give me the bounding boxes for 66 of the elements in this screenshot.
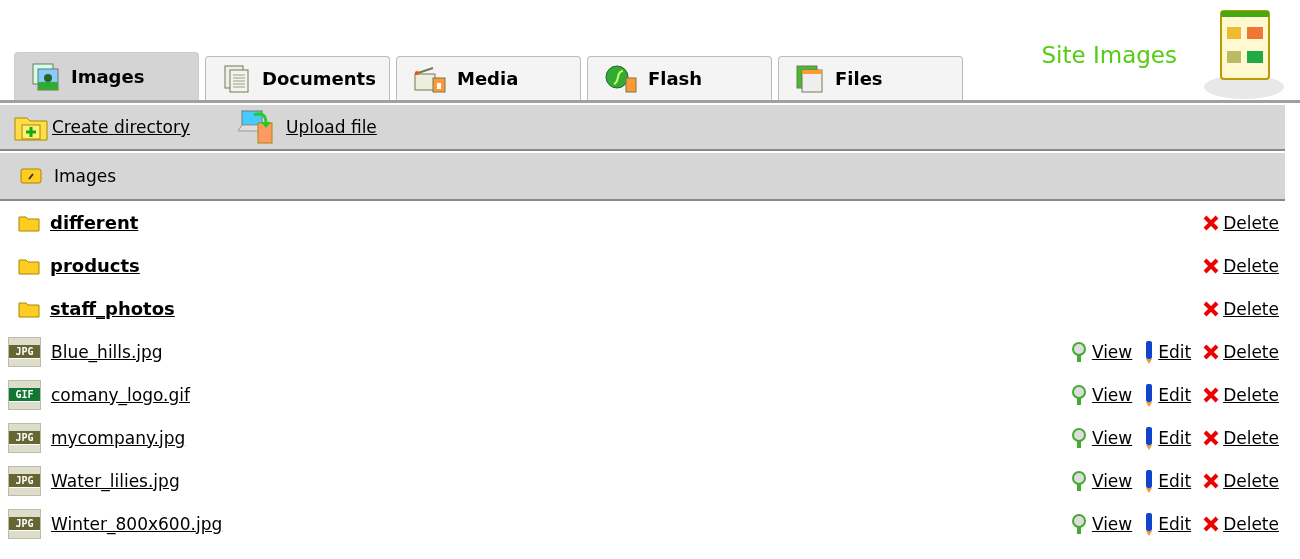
edit-link[interactable]: Edit <box>1158 427 1192 448</box>
edit-link[interactable]: Edit <box>1158 513 1192 534</box>
file-type-icon: GIF <box>8 379 41 410</box>
delete-icon <box>1203 214 1220 231</box>
delete-icon <box>1203 300 1220 317</box>
delete-link[interactable]: Delete <box>1223 427 1279 448</box>
pencil-icon <box>1144 382 1155 407</box>
edit-link[interactable]: Edit <box>1158 384 1192 405</box>
folder-icon <box>18 213 40 232</box>
folder-link[interactable]: different <box>50 212 139 233</box>
delete-icon <box>1203 515 1220 532</box>
view-link[interactable]: View <box>1091 384 1133 405</box>
folder-link[interactable]: staff_photos <box>50 298 175 319</box>
delete-link[interactable]: Delete <box>1223 255 1279 276</box>
delete-icon <box>1203 429 1220 446</box>
pencil-icon <box>1144 511 1155 536</box>
delete-link[interactable]: Delete <box>1223 470 1279 491</box>
delete-link[interactable]: Delete <box>1223 298 1279 319</box>
file-link[interactable]: comany_logo.gif <box>51 384 190 405</box>
toolbar-link[interactable]: Create directory <box>52 117 190 137</box>
folder-icon <box>20 168 42 184</box>
pencil-icon <box>1144 468 1155 493</box>
view-link[interactable]: View <box>1091 470 1133 491</box>
delete-link[interactable]: Delete <box>1223 341 1279 362</box>
file-link[interactable]: mycompany.jpg <box>51 427 186 448</box>
delete-link[interactable]: Delete <box>1223 384 1279 405</box>
tab[interactable]: Media <box>396 56 581 100</box>
file-link[interactable]: Winter_800x600.jpg <box>51 513 223 534</box>
folder-link[interactable]: products <box>50 255 140 276</box>
picture-icon <box>31 61 61 92</box>
page-title: Site Images <box>1041 42 1177 68</box>
flash-icon <box>604 63 638 94</box>
file-type-icon: JPG <box>8 465 41 496</box>
toolbar-link[interactable]: Upload file <box>285 117 377 137</box>
delete-icon <box>1203 257 1220 274</box>
delete-link[interactable]: Delete <box>1223 513 1279 534</box>
magnifier-icon <box>1069 426 1088 449</box>
view-link[interactable]: View <box>1091 341 1133 362</box>
edit-link[interactable]: Edit <box>1158 341 1192 362</box>
edit-link[interactable]: Edit <box>1158 470 1192 491</box>
delete-icon <box>1203 343 1220 360</box>
tab[interactable]: Flash <box>587 56 772 100</box>
files-icon <box>795 63 825 94</box>
magnifier-icon <box>1069 512 1088 535</box>
tab[interactable]: Files <box>778 56 963 100</box>
file-type-icon: JPG <box>8 422 41 453</box>
delete-icon <box>1203 472 1220 489</box>
documents-icon <box>222 63 252 94</box>
pencil-icon <box>1144 339 1155 364</box>
breadcrumb: Images <box>54 166 117 186</box>
file-type-icon: JPG <box>8 508 41 539</box>
magnifier-icon <box>1069 340 1088 363</box>
file-link[interactable]: Water_lilies.jpg <box>51 470 180 491</box>
view-link[interactable]: View <box>1091 427 1133 448</box>
tab[interactable]: Images <box>14 52 199 100</box>
delete-link[interactable]: Delete <box>1223 212 1279 233</box>
file-type-icon: JPG <box>8 336 41 367</box>
magnifier-icon <box>1069 383 1088 406</box>
magnifier-icon <box>1069 469 1088 492</box>
delete-icon <box>1203 386 1220 403</box>
file-link[interactable]: Blue_hills.jpg <box>51 341 163 362</box>
pencil-icon <box>1144 425 1155 450</box>
view-link[interactable]: View <box>1091 513 1133 534</box>
folder-icon <box>18 299 40 318</box>
folder-icon <box>18 256 40 275</box>
tab[interactable]: Documents <box>205 56 390 100</box>
